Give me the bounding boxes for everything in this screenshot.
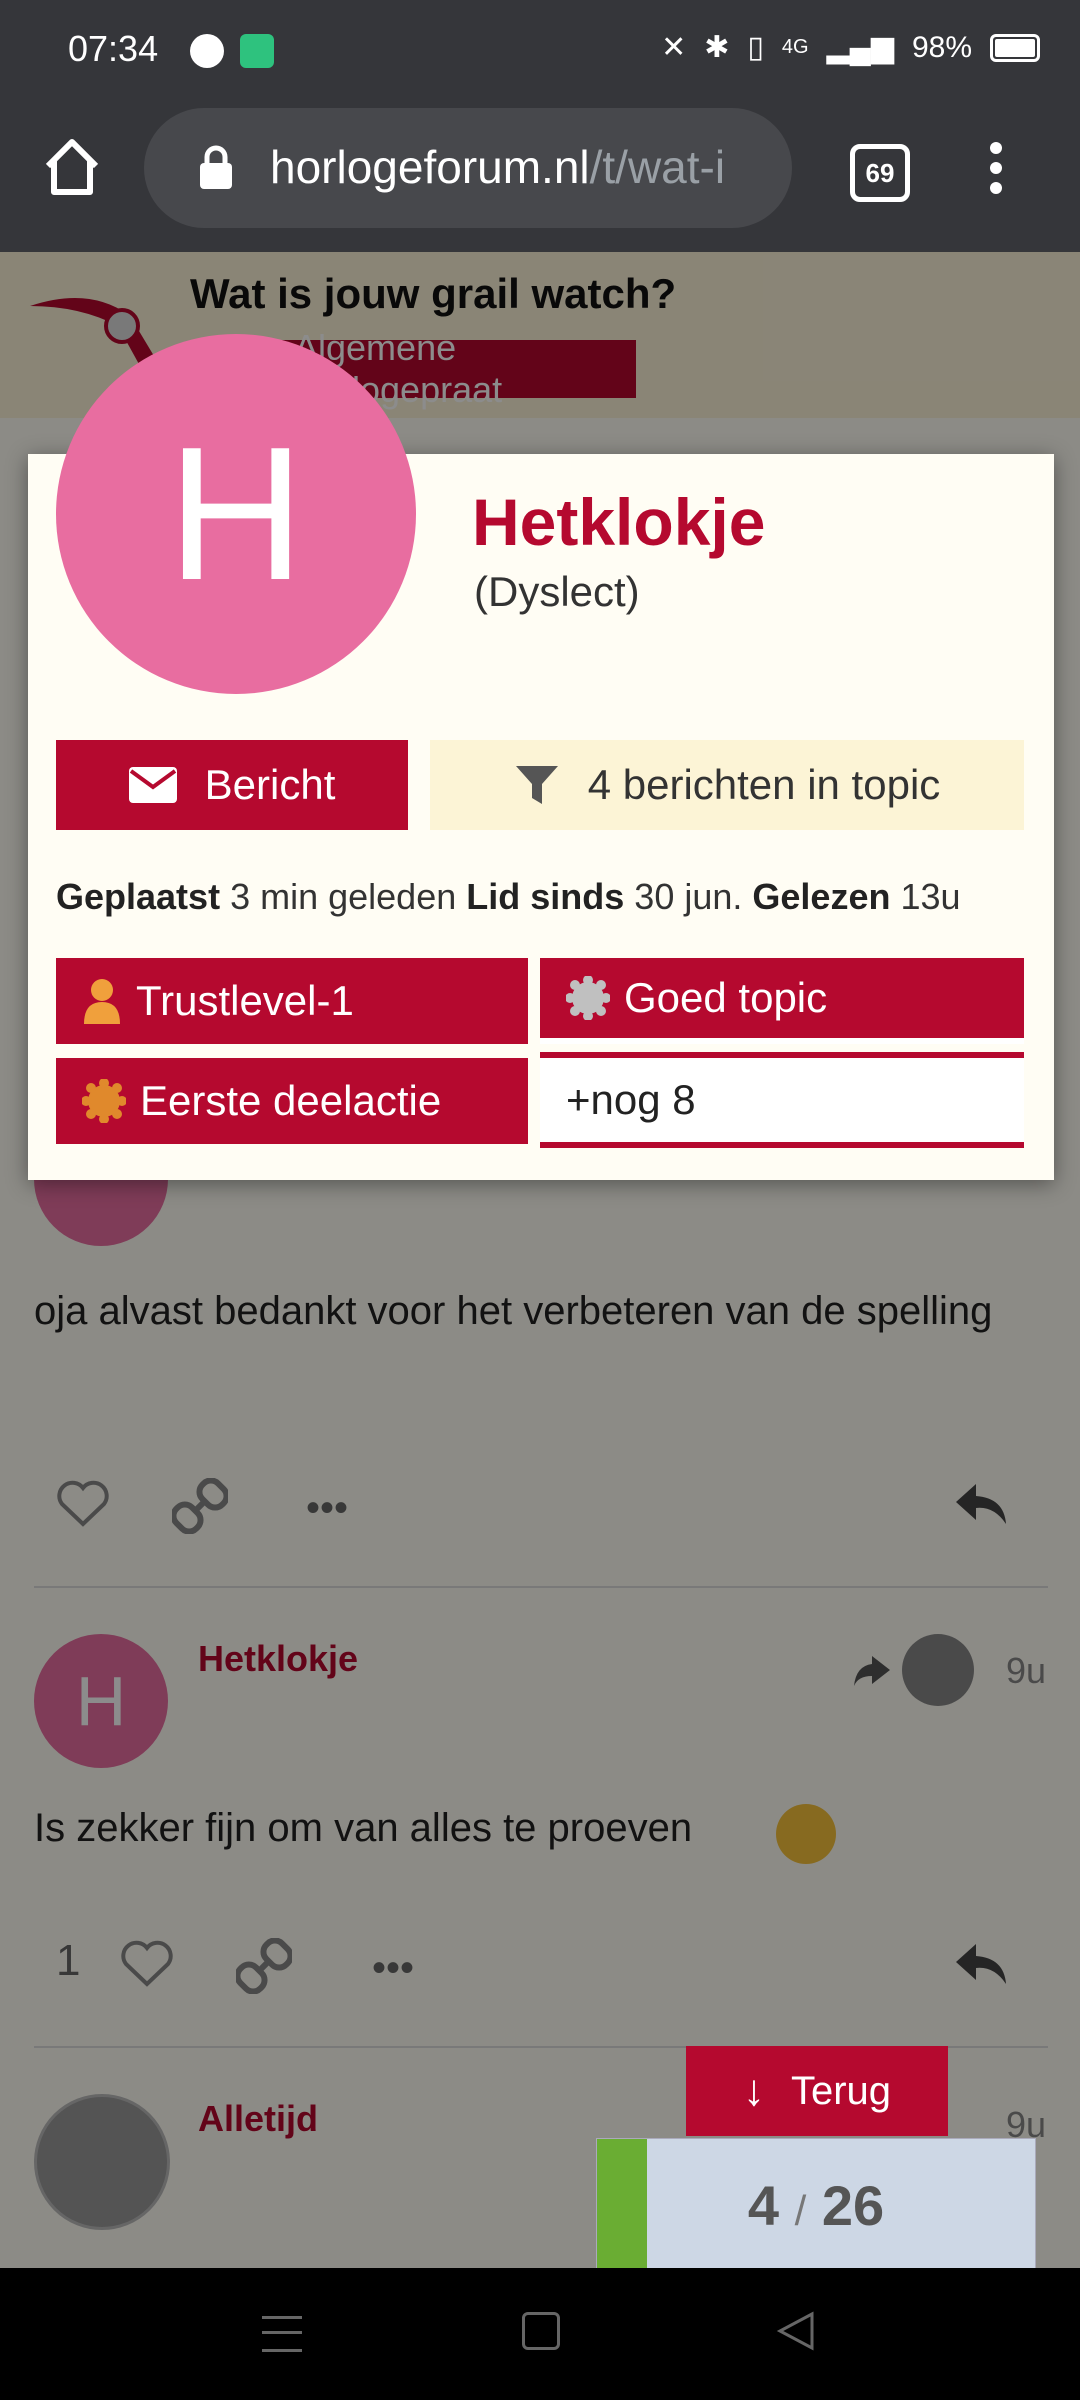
tab-switcher-button[interactable]: 69: [850, 144, 910, 202]
read-label: Gelezen: [752, 876, 891, 917]
nfc-icon: ✕: [661, 31, 687, 64]
bluetooth-icon: ✱: [704, 31, 730, 64]
certificate-icon: [82, 1079, 126, 1123]
back-nav-icon[interactable]: [776, 2310, 816, 2352]
home-icon[interactable]: [44, 138, 100, 196]
url-text[interactable]: horlogeforum.nl/t/wat-i: [270, 140, 770, 194]
back-button[interactable]: ↓ Terug: [686, 2046, 948, 2136]
read-value: 13u: [900, 876, 961, 917]
home-nav-icon[interactable]: [522, 2312, 560, 2350]
badge-good-topic[interactable]: Goed topic: [540, 958, 1024, 1044]
user-card-avatar[interactable]: H: [56, 334, 416, 694]
status-time: 07:34: [68, 28, 159, 69]
badge-trustlevel[interactable]: Trustlevel-1: [56, 958, 528, 1044]
user-stats: Geplaatst 3 min geleden Lid sinds 30 jun…: [56, 876, 961, 918]
message-button-label: Bericht: [204, 761, 336, 808]
badge-first-share[interactable]: Eerste deelactie: [56, 1058, 528, 1144]
status-bar: 07:34 ✕ ✱ ▯ 4G ▂▄▆ 98%: [0, 0, 1080, 104]
badge-label: Eerste deelactie: [140, 1077, 442, 1124]
url-host: horlogeforum.nl: [270, 141, 590, 193]
badge-label: Trustlevel-1: [136, 977, 354, 1024]
user-card-username[interactable]: Hetklokje: [472, 484, 765, 560]
timeline-separator: /: [794, 2187, 807, 2234]
timeline-position: 4 / 26: [597, 2173, 1035, 2238]
certificate-icon: [566, 976, 610, 1020]
topic-timeline[interactable]: 4 / 26: [596, 2138, 1036, 2270]
filter-posts-label: 4 berichten in topic: [587, 761, 941, 808]
user-card-title: (Dyslect): [474, 568, 640, 615]
spotify-icon: [190, 34, 224, 68]
lock-icon: [200, 145, 232, 189]
arrow-down-icon: ↓: [742, 2066, 765, 2115]
vibrate-icon: ▯: [747, 31, 764, 64]
posted-value: 3 min geleden: [230, 876, 457, 917]
posted-label: Geplaatst: [56, 876, 221, 917]
system-nav-bar: [0, 2268, 1080, 2400]
envelope-icon: [128, 767, 177, 803]
signal-icon: ▂▄▆: [826, 31, 894, 64]
member-since-label: Lid sinds: [466, 876, 625, 917]
url-path: /t/wat-i: [589, 141, 726, 193]
filter-posts-button[interactable]: 4 berichten in topic: [430, 740, 1024, 830]
battery-saver-icon: [240, 34, 274, 68]
network-label: 4G: [781, 36, 809, 58]
timeline-total: 26: [821, 2174, 885, 2237]
timeline-current: 4: [747, 2174, 780, 2237]
badge-label: Goed topic: [624, 974, 828, 1021]
battery-icon: [990, 33, 1040, 62]
member-since-value: 30 jun.: [634, 876, 743, 917]
recents-icon[interactable]: [262, 2316, 302, 2352]
filter-icon: [515, 766, 558, 804]
message-button[interactable]: Bericht: [56, 740, 408, 830]
overflow-menu-icon[interactable]: [986, 142, 1006, 194]
battery-percent: 98%: [911, 30, 972, 64]
back-button-label: Terug: [790, 2068, 892, 2113]
more-badges-button[interactable]: +nog 8: [540, 1052, 1024, 1148]
status-right: ✕ ✱ ▯ 4G ▂▄▆ 98%: [661, 30, 1040, 65]
user-icon: [84, 979, 120, 1024]
